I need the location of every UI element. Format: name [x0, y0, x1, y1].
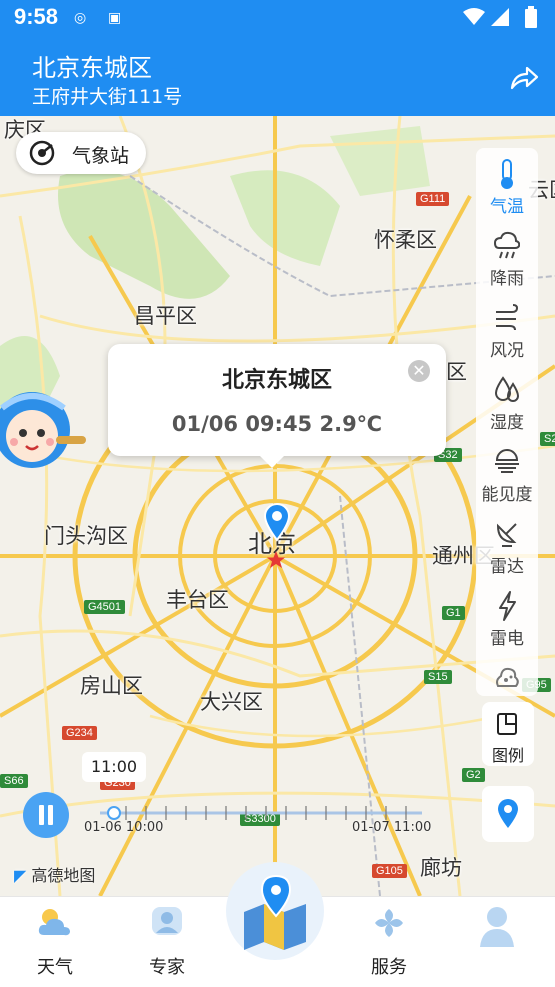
legend-label: 图例	[491, 746, 524, 765]
weather-station-button[interactable]: 气象站	[16, 132, 146, 174]
location-popup: 北京东城区 01/06 09:45 2.9℃ ✕	[108, 344, 446, 468]
visibility-icon	[495, 449, 519, 473]
road-shield: G1	[442, 606, 465, 620]
notification-icon: ◎	[74, 10, 87, 26]
layer-label: 雷达	[490, 557, 524, 577]
mascot-icon[interactable]	[0, 378, 94, 478]
layer-label: 湿度	[490, 413, 524, 433]
location-pin-icon[interactable]	[263, 502, 291, 542]
app-notification-icon: ▣	[108, 10, 122, 26]
legend-icon	[497, 713, 517, 735]
map-nav-icon	[244, 874, 306, 950]
layer-radar[interactable]: 雷达	[476, 512, 538, 584]
station-icon	[29, 140, 55, 166]
popup-reading: 01/06 09:45 2.9℃	[171, 412, 383, 436]
timeline-end-label: 01-07 11:00	[352, 820, 432, 835]
road-shield: S15	[424, 670, 452, 684]
popup-title: 北京东城区	[221, 368, 332, 393]
pause-button[interactable]	[23, 792, 69, 838]
location-title: 北京东城区	[32, 54, 152, 82]
nav-map[interactable]	[226, 862, 324, 960]
header: 北京东城区 王府井大街111号	[0, 36, 555, 116]
road-shield: G234	[62, 726, 97, 740]
signal-icon	[491, 8, 509, 26]
map-label-qu: 区	[446, 360, 467, 384]
thermometer-icon	[501, 159, 513, 189]
layer-label: 风况	[490, 341, 524, 361]
layer-label: 气温	[490, 197, 524, 217]
nav-service[interactable]: 服务	[344, 897, 434, 987]
road-shield: S66	[0, 774, 28, 788]
map-attribution-text: 高德地图	[31, 866, 96, 885]
map-label-mentougou: 门头沟区	[44, 524, 128, 548]
road-shield: G4501	[84, 600, 126, 614]
layer-panel: 气温 降雨 风况 湿度 能见度 雷达 雷电	[476, 148, 538, 696]
nav-label: 服务	[371, 957, 407, 978]
humidity-icon	[494, 376, 520, 402]
road-shield: G105	[372, 864, 407, 878]
profile-icon	[480, 907, 514, 947]
layer-label: 雷电	[490, 629, 524, 649]
layer-label: 降雨	[490, 269, 524, 289]
map-label-daxing: 大兴区	[200, 690, 263, 714]
dust-icon	[496, 667, 519, 687]
amap-logo-icon: ◤	[14, 866, 27, 885]
layer-temperature[interactable]: 气温	[476, 152, 538, 224]
station-label: 气象站	[72, 145, 130, 167]
nav-expert[interactable]: 专家	[122, 897, 212, 987]
layer-lightning[interactable]: 雷电	[476, 584, 538, 656]
weather-icon	[38, 909, 70, 936]
nav-weather[interactable]: 天气	[10, 897, 100, 987]
location-address: 王府井大街111号	[32, 86, 183, 108]
share-icon[interactable]	[509, 64, 539, 90]
road-shield: G2	[462, 768, 485, 782]
timeline-current-time: 11:00	[82, 752, 146, 782]
road-shield: G111	[416, 192, 450, 206]
nav-label: 专家	[149, 957, 185, 978]
radar-icon	[496, 523, 517, 547]
map-label-fengtai: 丰台区	[166, 588, 229, 612]
wind-icon	[496, 304, 519, 331]
nav-label: 天气	[37, 957, 73, 978]
layer-humidity[interactable]: 湿度	[476, 368, 538, 440]
road-shield: S2	[540, 432, 555, 446]
layer-rain[interactable]: 降雨	[476, 224, 538, 296]
expert-icon	[152, 907, 182, 935]
pause-icon	[39, 805, 53, 825]
map-label-huairou: 怀柔区	[374, 228, 437, 252]
layer-wind[interactable]: 风况	[476, 296, 538, 368]
wifi-icon	[463, 8, 485, 25]
service-icon	[375, 909, 403, 937]
location-icon	[498, 799, 518, 828]
status-time: 9:58	[14, 4, 59, 29]
capital-star-icon	[267, 551, 285, 568]
timeline-start-label: 01-06 10:00	[84, 820, 164, 835]
status-bar: 9:58 ◎ ▣	[0, 0, 555, 36]
timeline-thumb	[107, 806, 121, 820]
rain-cloud-icon	[494, 231, 520, 259]
my-location-button[interactable]	[482, 786, 534, 842]
lightning-icon	[499, 591, 516, 621]
battery-icon	[525, 6, 537, 28]
map-attribution: ◤ 高德地图	[14, 862, 95, 886]
map-label-fangshan: 房山区	[80, 674, 143, 698]
close-icon[interactable]: ✕	[408, 360, 430, 382]
nav-profile[interactable]	[452, 897, 542, 987]
layer-visibility[interactable]: 能见度	[476, 440, 538, 512]
map-label-langfang: 廊坊	[420, 856, 462, 880]
layer-label: 能见度	[481, 485, 533, 505]
legend-button[interactable]: 图例	[482, 702, 534, 766]
map-label-changping: 昌平区	[134, 304, 197, 328]
